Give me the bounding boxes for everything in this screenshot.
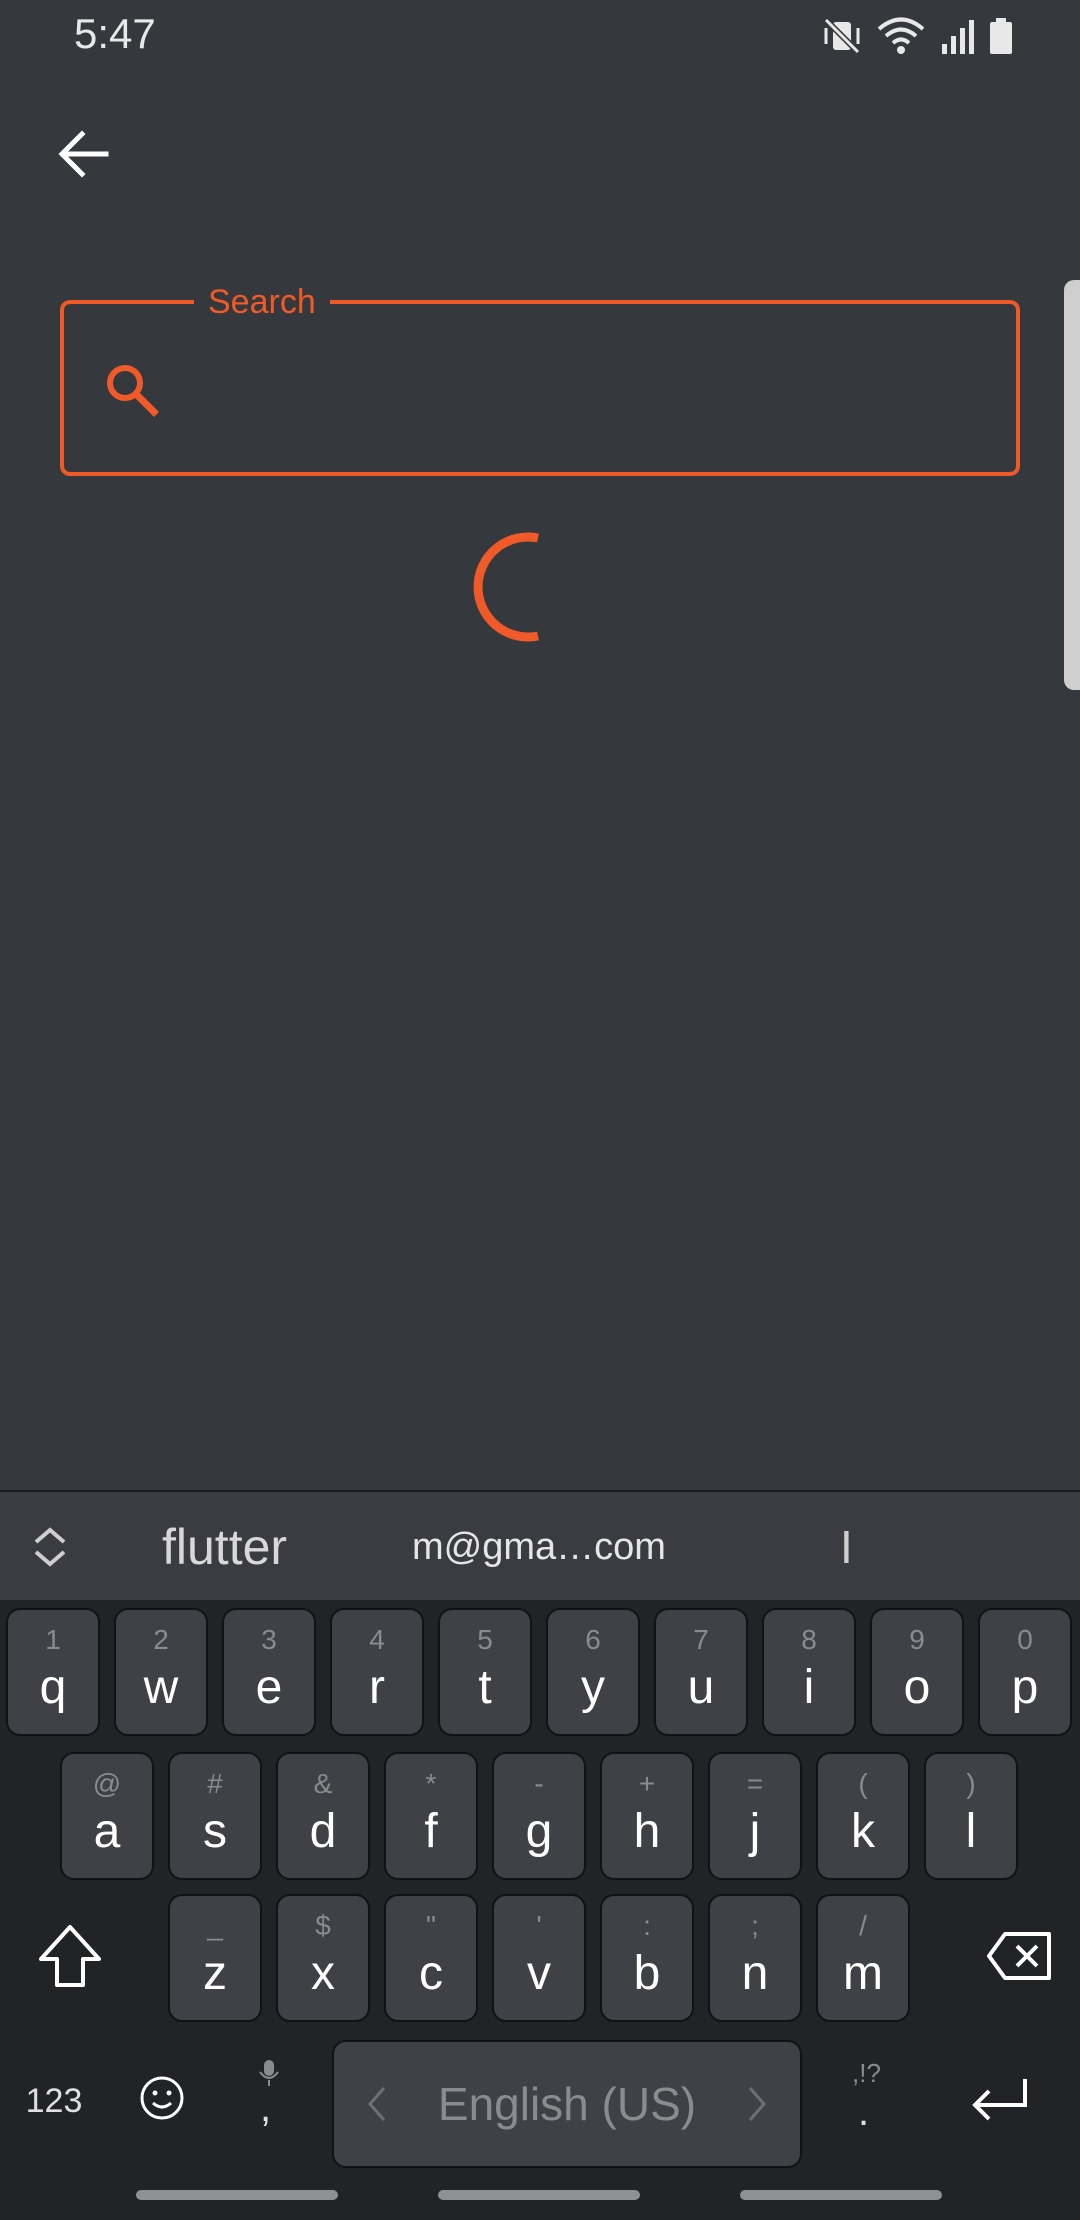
- key-j[interactable]: = j: [708, 1752, 802, 1880]
- period-key[interactable]: ,!? .: [832, 2050, 902, 2160]
- shift-key[interactable]: [24, 1910, 116, 2002]
- search-field[interactable]: Search: [60, 280, 1020, 476]
- vibrate-off-icon: [823, 17, 861, 55]
- search-label: Search: [194, 280, 330, 324]
- punct-hint: ,!?: [852, 2058, 881, 2088]
- key-x[interactable]: $ x: [276, 1894, 370, 2022]
- arrow-left-icon: [58, 130, 109, 178]
- suggestion-1[interactable]: flutter: [162, 1492, 287, 1602]
- status-bar: 5:47: [0, 0, 1080, 72]
- key-u[interactable]: 7u: [654, 1608, 748, 1736]
- expand-toolbar-icon[interactable]: [30, 1522, 70, 1572]
- shift-icon: [39, 1925, 101, 1987]
- back-button[interactable]: [52, 122, 116, 186]
- battery-icon: [990, 18, 1012, 54]
- key-b[interactable]: :b: [600, 1894, 694, 2022]
- key-a[interactable]: @ a: [60, 1752, 154, 1880]
- key-n[interactable]: ; n: [708, 1894, 802, 2022]
- status-time: 5:47: [74, 10, 156, 57]
- emoji-icon: [140, 2076, 184, 2120]
- backspace-icon: [987, 1932, 1051, 1980]
- status-icons: [822, 14, 1014, 58]
- spinner-icon: [473, 532, 539, 642]
- key-t[interactable]: 5t: [438, 1608, 532, 1736]
- space-key[interactable]: English (US): [332, 2040, 802, 2168]
- suggestion-2[interactable]: m@gma…com: [412, 1492, 666, 1602]
- mic-icon: [259, 2060, 279, 2086]
- period-label: .: [858, 2090, 870, 2134]
- enter-key[interactable]: [960, 2070, 1040, 2130]
- key-c[interactable]: " c: [384, 1894, 478, 2022]
- key-w[interactable]: 2w: [114, 1608, 208, 1736]
- numbers-key[interactable]: 123: [14, 2056, 94, 2146]
- chevron-right-icon: [748, 2087, 766, 2121]
- search-input[interactable]: [184, 340, 984, 440]
- enter-icon: [972, 2079, 1027, 2121]
- key-d[interactable]: & d: [276, 1752, 370, 1880]
- key-g[interactable]: -g: [492, 1752, 586, 1880]
- space-label: English (US): [437, 2078, 697, 2130]
- key-m[interactable]: / m: [816, 1894, 910, 2022]
- key-q[interactable]: 1q: [6, 1608, 100, 1736]
- suggestion-3[interactable]: I: [840, 1492, 853, 1602]
- scroll-handle[interactable]: [1064, 280, 1080, 690]
- key-s[interactable]: # s: [168, 1752, 262, 1880]
- key-p[interactable]: 0p: [978, 1608, 1072, 1736]
- key-h[interactable]: + h: [600, 1752, 694, 1880]
- key-y[interactable]: 6y: [546, 1608, 640, 1736]
- suggestion-bar: flutter m@gma…com I: [0, 1490, 1080, 1600]
- comma-label: ,: [260, 2086, 272, 2130]
- comma-key[interactable]: ,: [240, 2050, 300, 2160]
- signal-icon: [942, 20, 974, 54]
- key-f[interactable]: * f: [384, 1752, 478, 1880]
- nav-back[interactable]: [740, 2190, 942, 2200]
- search-icon: [107, 365, 159, 417]
- wifi-icon: [877, 17, 925, 54]
- nav-recents[interactable]: [136, 2190, 338, 2200]
- key-v[interactable]: ' v: [492, 1894, 586, 2022]
- backspace-key[interactable]: [970, 1916, 1070, 1996]
- key-o[interactable]: 9o: [870, 1608, 964, 1736]
- key-z[interactable]: _ z: [168, 1894, 262, 2022]
- key-e[interactable]: 3e: [222, 1608, 316, 1736]
- emoji-key[interactable]: [134, 2070, 190, 2126]
- nav-home[interactable]: [438, 2190, 640, 2200]
- key-k[interactable]: (k: [816, 1752, 910, 1880]
- key-i[interactable]: 8i: [762, 1608, 856, 1736]
- key-l[interactable]: ) l: [924, 1752, 1018, 1880]
- key-r[interactable]: 4r: [330, 1608, 424, 1736]
